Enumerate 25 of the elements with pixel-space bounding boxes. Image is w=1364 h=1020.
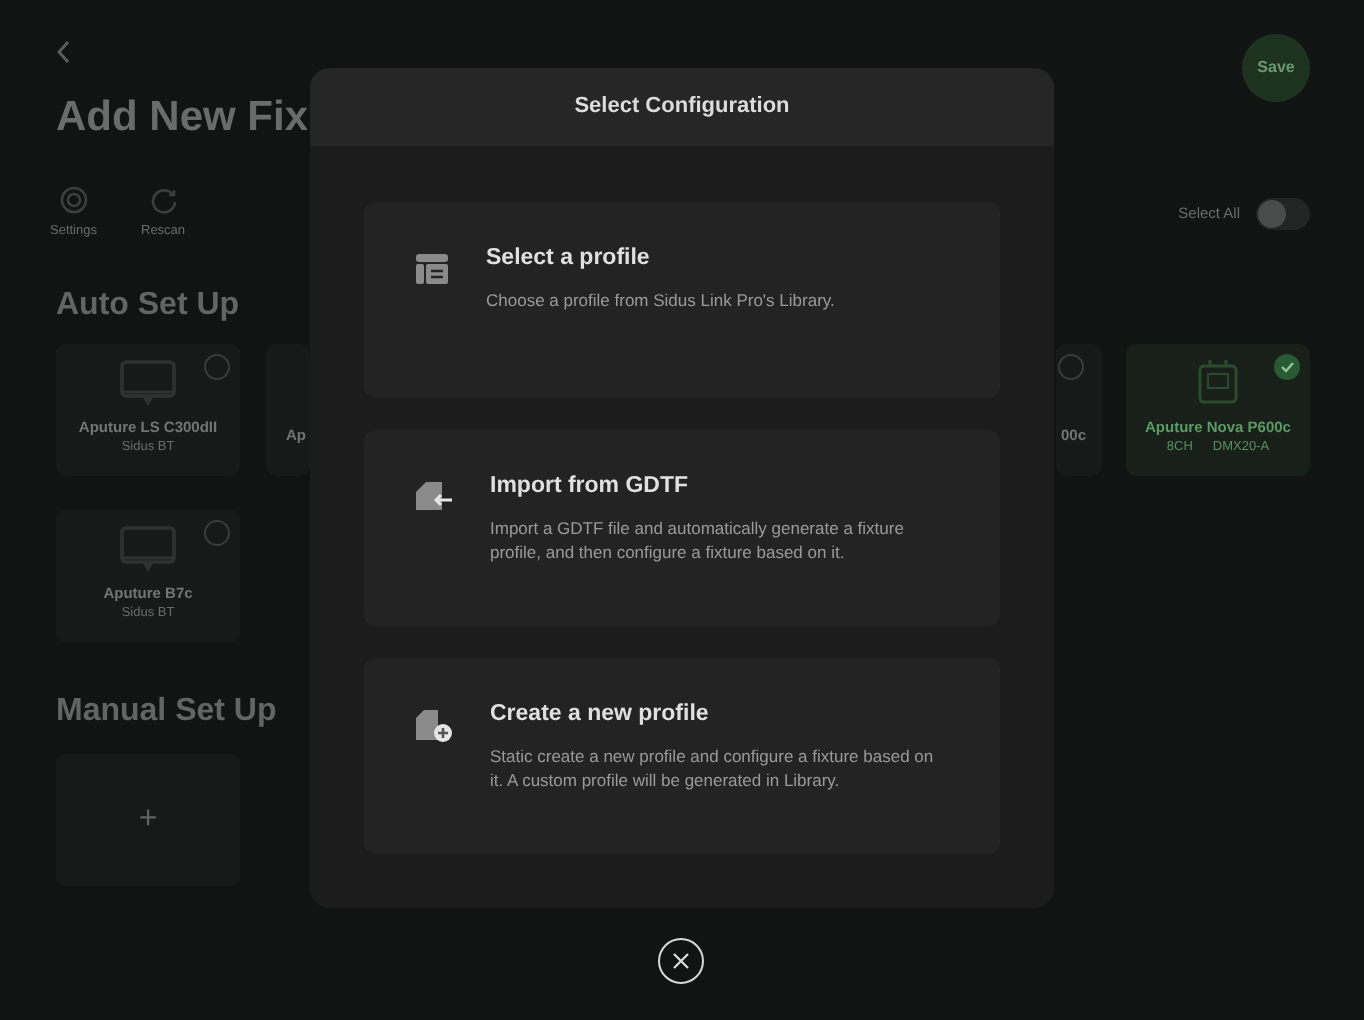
add-fixture-button[interactable]: + — [56, 754, 240, 887]
option-title: Create a new profile — [490, 702, 711, 730]
selection-indicator[interactable] — [1274, 354, 1300, 381]
option-title: Select a profile — [486, 246, 652, 274]
close-icon — [672, 952, 690, 970]
option-description: Import a GDTF file and automatically generate a fixture profile, and then configure a fixture based on it. — [490, 515, 906, 565]
section-heading: Auto Set Up — [56, 285, 240, 325]
option-card[interactable]: Select a profile Choose a profile from Sidus Link Pro's Library. — [364, 202, 1000, 398]
option-card[interactable]: Create a new profile Static create a new profile and configure a fixture based on it. A custom profile will be generated in Library. — [364, 658, 1000, 854]
table-icon — [414, 250, 450, 286]
back-icon[interactable] — [56, 40, 72, 64]
option-title: Import from GDTF — [490, 474, 691, 502]
select-all-toggle[interactable] — [1256, 198, 1310, 231]
modal-title: Select Configuration — [310, 68, 1054, 146]
option-card[interactable]: Import from GDTF Import a GDTF file and automatically generate a fixture profile, and then configure a fixture based on it. — [364, 430, 1000, 626]
file-import-icon — [414, 478, 454, 514]
save-button[interactable]: Save — [1242, 34, 1310, 102]
file-add-icon — [414, 706, 454, 744]
option-description: Static create a new profile and configure a fixture based on it. A custom profile will be generated in Library. — [490, 743, 936, 793]
refresh-icon — [149, 186, 178, 215]
close-button[interactable] — [658, 938, 704, 984]
section-heading: Manual Set Up — [56, 692, 277, 731]
option-description: Choose a profile from Sidus Link Pro's Library. — [486, 287, 835, 313]
target-icon — [59, 186, 88, 215]
page-title: Add New Fix — [56, 92, 309, 143]
